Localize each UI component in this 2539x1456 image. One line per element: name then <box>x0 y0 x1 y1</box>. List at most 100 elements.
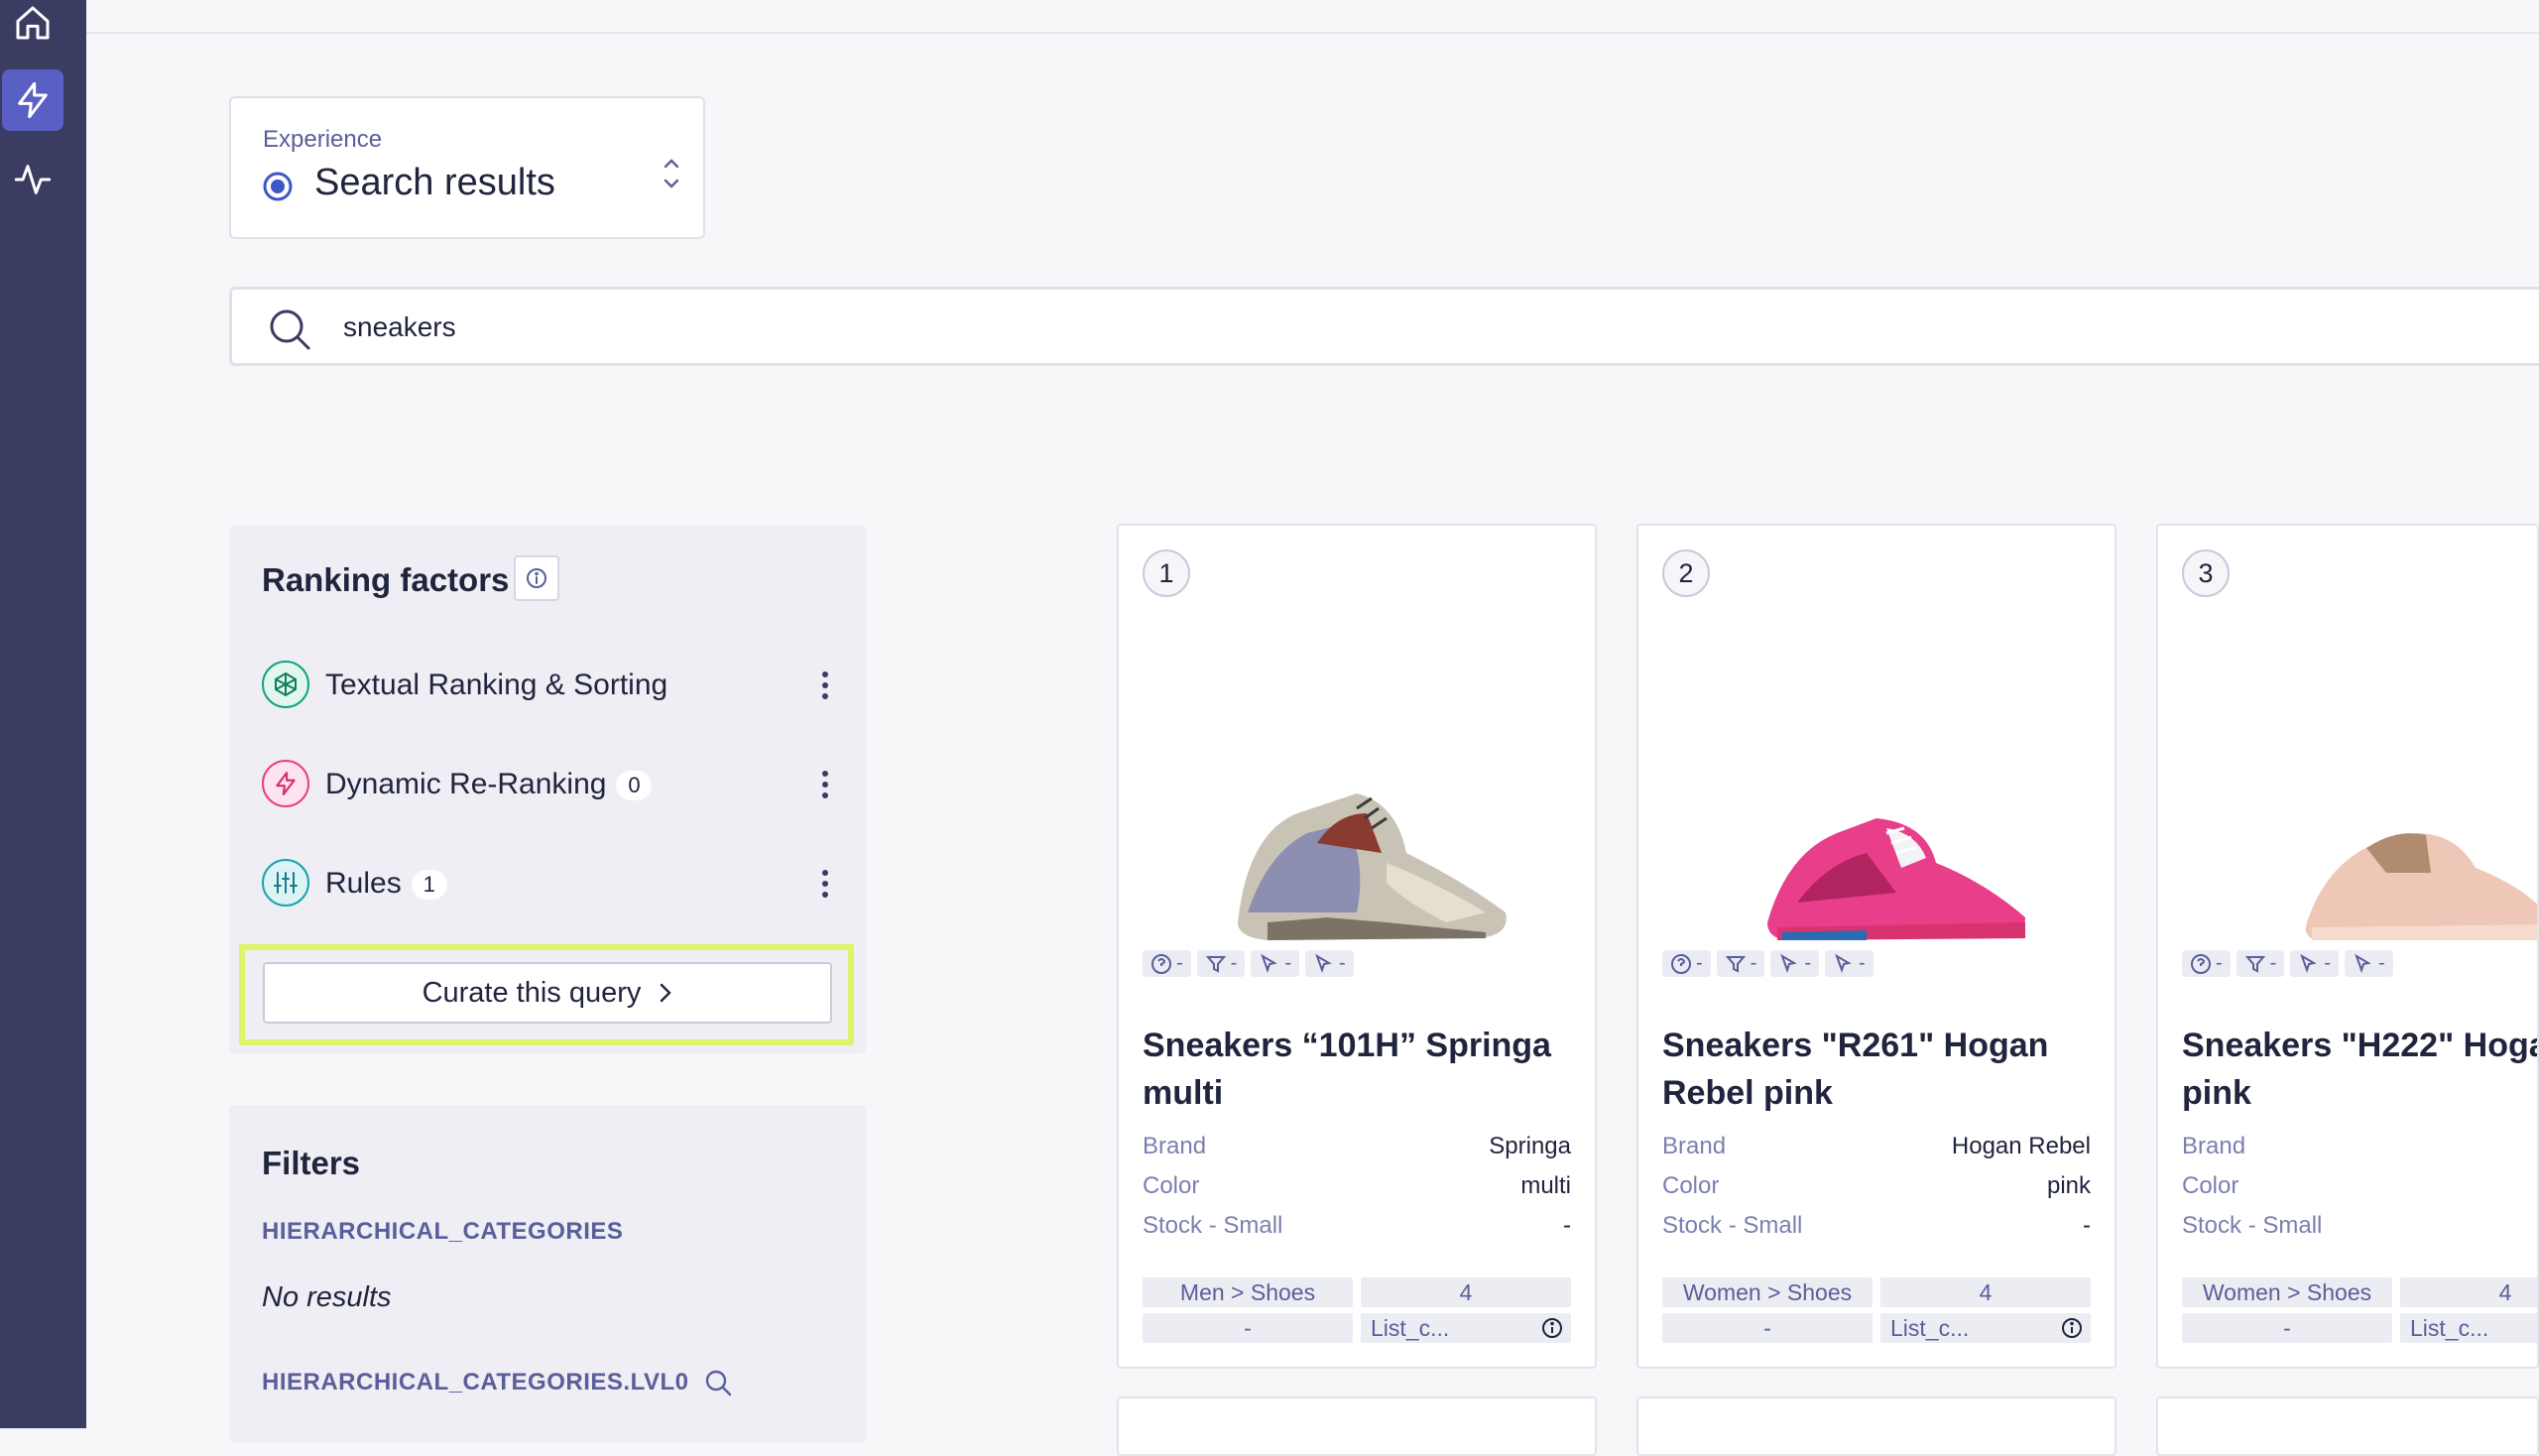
attr-brand: Brand Hogan Rebel <box>1662 1133 2091 1159</box>
left-sidebar <box>0 0 86 1428</box>
sidebar-item-analytics[interactable] <box>2 149 63 210</box>
rank-badge: 2 <box>1662 549 1710 597</box>
filters-panel: Filters HIERARCHICAL_CATEGORIES No resul… <box>229 1105 866 1442</box>
filter-icon <box>1725 955 1746 973</box>
experience-value: Search results <box>314 162 555 203</box>
product-title: Sneakers "R261" Hogan Rebel pink <box>1662 1027 2049 1112</box>
attr-color: Color pink <box>1662 1172 2091 1199</box>
category-tag: Men > Shoes <box>1143 1277 1353 1307</box>
ranking-item-textual[interactable]: Textual Ranking & Sorting <box>262 661 828 710</box>
cursor-icon <box>1835 953 1852 973</box>
product-image <box>1238 793 1507 940</box>
info-icon <box>527 568 546 588</box>
filter-group-title: HIERARCHICAL_CATEGORIES <box>262 1218 624 1245</box>
more-options-icon[interactable] <box>820 768 830 801</box>
cursor-icon <box>1315 953 1332 973</box>
help-icon <box>2191 953 2211 974</box>
list-tag: List_c... <box>1361 1313 1571 1343</box>
ranking-item-dynamic[interactable]: Dynamic Re-Ranking 0 <box>262 760 828 809</box>
search-input[interactable] <box>341 303 1535 351</box>
attr-stock: Stock - Small <box>2182 1212 2323 1239</box>
stats-row: - - - - <box>1143 950 1354 977</box>
product-card-next[interactable] <box>1636 1396 2116 1456</box>
attr-brand: Brand Springa <box>1143 1133 1571 1159</box>
stat-filter: - <box>1196 950 1246 977</box>
filter-icon <box>2244 955 2265 973</box>
count-tag: 4 <box>1880 1277 2091 1307</box>
lightning-icon <box>18 81 48 119</box>
cursor-icon <box>1261 953 1278 973</box>
curate-query-label: Curate this query <box>422 976 642 1009</box>
product-title: Sneakers “101H” Springa multi <box>1143 1027 1551 1112</box>
product-card[interactable]: 1 - - - - Sneakers “101H” Springa multi … <box>1117 524 1597 1369</box>
attr-stock: Stock - Small - <box>1662 1212 2091 1239</box>
ranking-item-label: Textual Ranking & Sorting <box>325 668 668 701</box>
attr-stock: Stock - Small - <box>1143 1212 1571 1239</box>
search-bar <box>229 287 2539 366</box>
ranking-item-name: Dynamic Re-Ranking <box>325 768 607 800</box>
product-image <box>1767 818 2025 940</box>
help-icon <box>1151 953 1171 974</box>
filters-title: Filters <box>262 1145 361 1181</box>
product-title: Sneakers "H222" Hogan pink <box>2182 1027 2539 1112</box>
stat-question: - <box>2182 950 2231 977</box>
ranking-item-label: Rules 1 <box>325 867 447 901</box>
activity-icon <box>14 165 52 194</box>
cursor-icon <box>2300 953 2318 973</box>
no-results-text: No results <box>262 1281 392 1313</box>
home-button[interactable] <box>2 0 63 54</box>
count-tag: 4 <box>2400 1277 2537 1307</box>
stats-row: - - - - <box>2182 950 2393 977</box>
attr-brand: Brand <box>2182 1133 2246 1159</box>
count-badge: 1 <box>411 870 447 901</box>
top-divider <box>86 32 2539 34</box>
filter-group-label: HIERARCHICAL_CATEGORIES.LVL0 <box>262 1369 689 1395</box>
count-tag: 4 <box>1361 1277 1571 1307</box>
stat-click: - <box>2290 950 2340 977</box>
stat-filter: - <box>1716 950 1765 977</box>
search-icon[interactable] <box>704 1369 732 1396</box>
chevron-up-down-icon <box>664 159 679 188</box>
home-icon <box>16 6 50 40</box>
experience-label: Experience <box>263 126 383 153</box>
category-tag: Women > Shoes <box>2182 1277 2392 1307</box>
category-tag: Women > Shoes <box>1662 1277 1873 1307</box>
product-card-next[interactable] <box>1117 1396 1597 1456</box>
attr-color: Color multi <box>1143 1172 1571 1199</box>
search-icon <box>270 309 310 350</box>
ranking-item-name: Rules <box>325 867 402 900</box>
info-icon[interactable] <box>1541 1317 1563 1339</box>
filter-group-title-lvl0[interactable]: HIERARCHICAL_CATEGORIES.LVL0 <box>262 1369 732 1396</box>
curate-query-button[interactable]: Curate this query <box>263 962 832 1024</box>
product-card-next[interactable] <box>2156 1396 2539 1456</box>
product-card[interactable]: 2 - - - - Sneakers "R261" Hogan Rebel pi… <box>1636 524 2116 1369</box>
sidebar-item-merchandising[interactable] <box>2 69 63 131</box>
experience-selector[interactable]: Experience Search results <box>229 96 705 239</box>
product-image <box>2305 833 2537 940</box>
sliders-icon <box>262 859 309 907</box>
ranking-item-rules[interactable]: Rules 1 <box>262 859 828 909</box>
stat-conversion: - <box>1825 950 1874 977</box>
chevron-right-icon <box>661 983 672 1003</box>
more-options-icon[interactable] <box>820 668 830 702</box>
lightning-icon <box>262 760 309 807</box>
stats-row: - - - - <box>1662 950 1874 977</box>
textual-ranking-icon <box>262 661 309 708</box>
stat-click: - <box>1251 950 1300 977</box>
dash-tag: - <box>2182 1313 2392 1343</box>
help-icon <box>1671 953 1691 974</box>
rank-badge: 3 <box>2182 549 2230 597</box>
count-badge: 0 <box>616 771 653 801</box>
stat-click: - <box>1770 950 1820 977</box>
info-icon[interactable] <box>2061 1317 2083 1339</box>
ranking-factors-title: Ranking factors <box>262 561 510 598</box>
more-options-icon[interactable] <box>820 867 830 901</box>
stat-filter: - <box>2236 950 2285 977</box>
ranking-info-button[interactable] <box>514 555 559 601</box>
product-card[interactable]: 3 - - - - Sneakers "H222" Hogan pink Bra… <box>2156 524 2539 1369</box>
filter-icon <box>1205 955 1226 973</box>
stat-question: - <box>1143 950 1191 977</box>
stat-conversion: - <box>2345 950 2393 977</box>
stat-question: - <box>1662 950 1711 977</box>
dash-tag: - <box>1662 1313 1873 1343</box>
